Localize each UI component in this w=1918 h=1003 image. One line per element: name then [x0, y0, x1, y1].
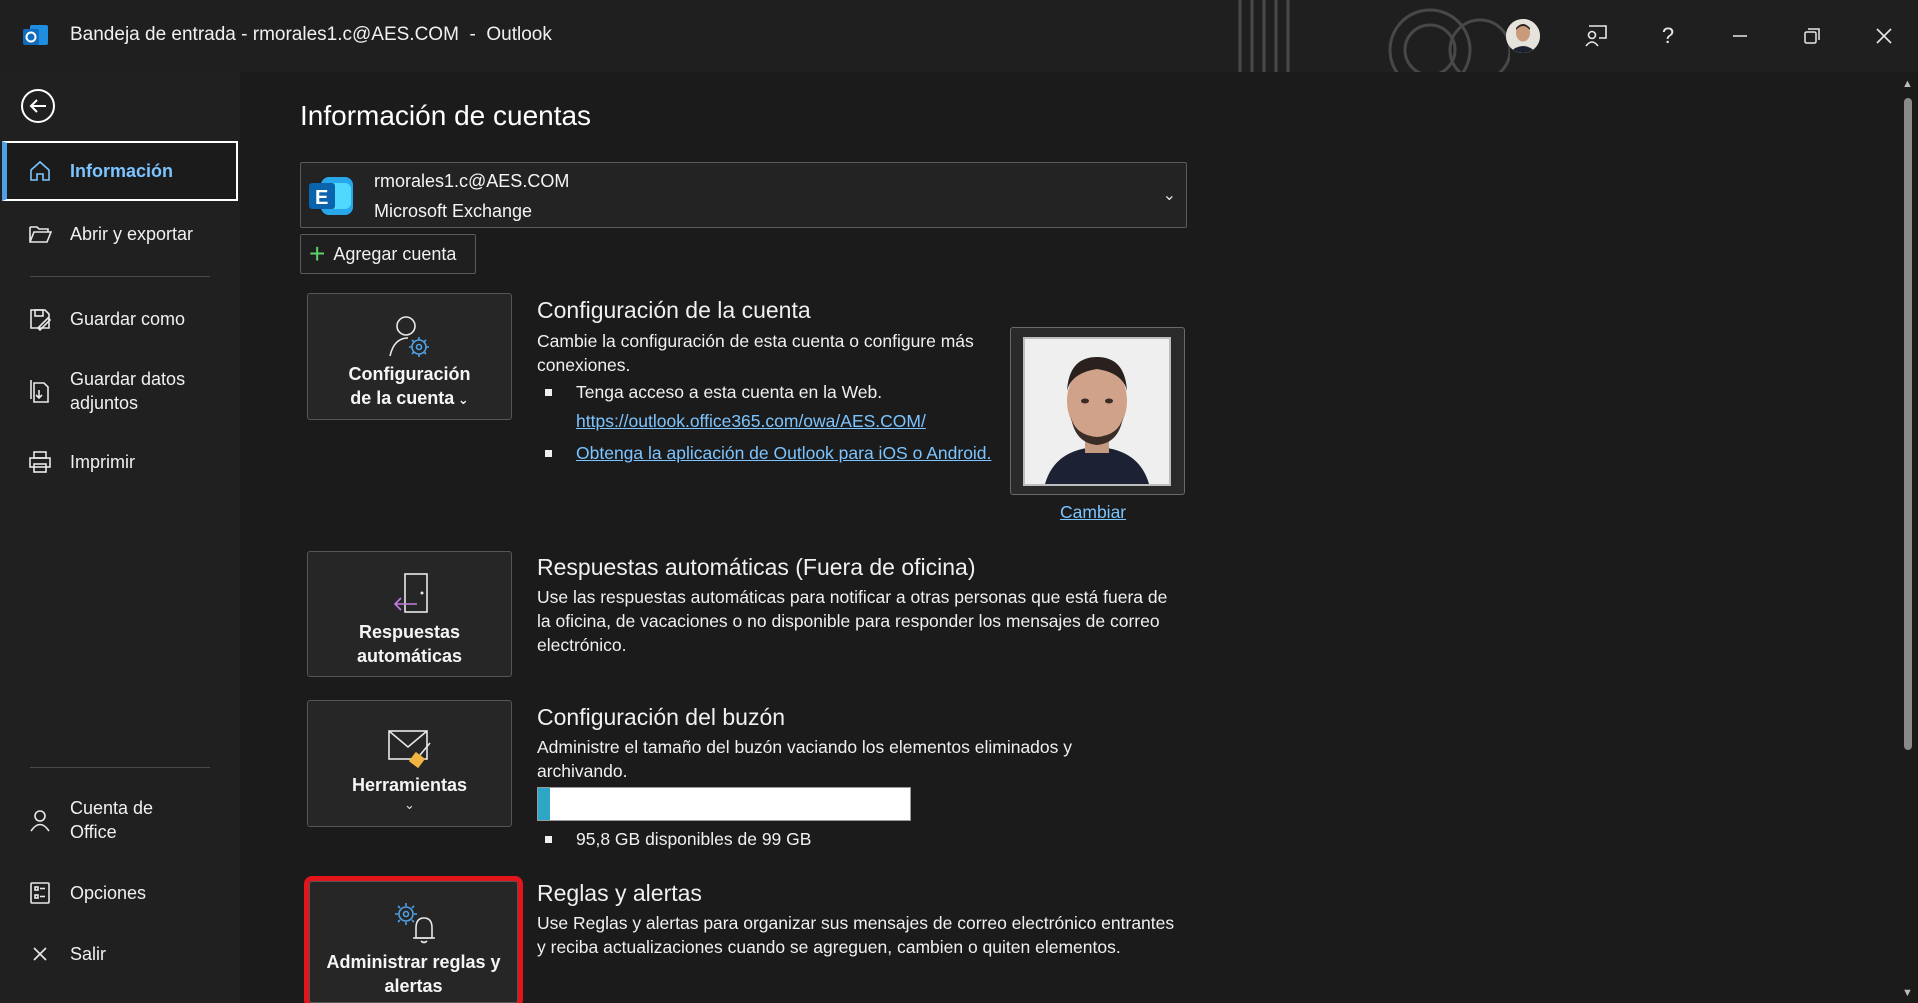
mobile-app-link[interactable]: Obtenga la aplicación de Outlook para iO…	[576, 443, 991, 464]
sidebar-item-label: Guardar como	[70, 308, 186, 329]
background-decoration	[1238, 0, 1510, 72]
close-icon	[26, 940, 54, 968]
scroll-thumb[interactable]	[1904, 98, 1912, 750]
backstage-sidebar	[0, 72, 240, 1003]
gear-bell-icon	[388, 896, 440, 948]
restore-button[interactable]	[1790, 14, 1834, 58]
window-title: Bandeja de entrada - rmorales1.c@AES.COM…	[70, 24, 552, 45]
chevron-down-icon: ⌄	[1162, 187, 1176, 204]
account-selector[interactable]: E rmorales1.c@AES.COM Microsoft Exchange…	[300, 162, 1187, 228]
mailbox-title: Configuración del buzón	[537, 704, 786, 730]
sidebar-item-label: Opciones	[70, 882, 147, 903]
help-button[interactable]: ?	[1646, 14, 1690, 58]
tile-label: Configuración de la cuenta ⌄	[349, 362, 471, 412]
sidebar-item-open-export[interactable]: Abrir y exportar	[2, 218, 238, 250]
save-attachments-icon	[26, 377, 54, 405]
page-title: Información de cuentas	[300, 100, 592, 131]
bullet-web-access: Tenga acceso a esta cuenta en la Web.	[545, 382, 882, 403]
sidebar-divider	[30, 767, 210, 768]
mailbox-cleanup-icon	[384, 721, 436, 773]
close-button[interactable]	[1862, 14, 1906, 58]
sidebar-item-label: Abrir y exportar	[70, 223, 194, 244]
person-icon	[26, 806, 54, 834]
tile-label: Herramientas	[351, 775, 468, 795]
mailbox-description: Administre el tamaño del buzón vaciando …	[537, 737, 1073, 781]
exchange-logo-icon: E	[309, 177, 353, 215]
rules-title: Reglas y alertas	[537, 880, 702, 906]
chevron-down-icon: ⌄	[454, 392, 469, 407]
profile-face-icon	[1025, 339, 1169, 484]
sidebar-item-label: Información	[70, 160, 174, 181]
plus-icon: +	[309, 238, 326, 269]
owa-link-text[interactable]: https://outlook.office365.com/owa/AES.CO…	[576, 411, 926, 431]
auto-replies-title: Respuestas automáticas (Fuera de oficina…	[537, 554, 976, 580]
owa-link[interactable]: https://outlook.office365.com/owa/AES.CO…	[576, 411, 926, 432]
feedback-icon	[1585, 25, 1607, 47]
sidebar-item-save-attachments[interactable]: Guardar datos adjuntos	[2, 366, 238, 416]
sidebar-item-info[interactable]: Información	[2, 141, 238, 201]
account-type: Microsoft Exchange	[374, 201, 533, 221]
sidebar-divider	[30, 276, 210, 277]
sidebar-item-label: Salir	[70, 943, 107, 964]
sidebar-item-options[interactable]: Opciones	[2, 877, 238, 909]
folder-open-icon	[26, 220, 54, 248]
tile-label-line1: Configuración	[348, 364, 471, 384]
bullet-icon	[545, 389, 552, 396]
minimize-icon	[1733, 35, 1747, 37]
bullet-icon	[545, 450, 552, 457]
change-photo-link[interactable]: Cambiar	[1060, 502, 1126, 523]
mailbox-usage-fill	[538, 788, 550, 820]
account-settings-description: Cambie la configuración de esta cuenta o…	[537, 331, 974, 375]
tile-label: Respuestas automáticas	[356, 622, 463, 666]
account-settings-icon	[384, 310, 436, 362]
bullet-mailbox-usage: 95,8 GB disponibles de 99 GB	[545, 829, 811, 850]
sidebar-item-label: Imprimir	[70, 451, 135, 472]
sidebar-item-save-as[interactable]: Guardar como	[2, 303, 238, 335]
sidebar-item-label: Cuenta de Office	[70, 798, 154, 842]
minimize-button[interactable]	[1718, 14, 1762, 58]
sidebar-item-office-account[interactable]: Cuenta de Office	[2, 795, 238, 845]
bullet-icon	[545, 836, 552, 843]
add-account-label: Agregar cuenta	[333, 243, 457, 264]
scroll-up-arrow-icon[interactable]: ▲	[1902, 78, 1913, 90]
bullet-text: Tenga acceso a esta cuenta en la Web.	[576, 382, 883, 402]
door-arrow-icon	[384, 568, 436, 620]
sidebar-item-print[interactable]: Imprimir	[2, 446, 238, 478]
mailbox-usage-bar	[537, 787, 911, 821]
sidebar-item-exit[interactable]: Salir	[2, 938, 238, 970]
account-email: rmorales1.c@AES.COM	[374, 171, 570, 191]
rules-description: Use Reglas y alertas para organizar sus …	[537, 913, 1175, 957]
manage-rules-tile[interactable]: Administrar reglas y alertas	[304, 876, 523, 1003]
save-as-icon	[26, 305, 54, 333]
tile-label: Administrar reglas y alertas	[326, 952, 501, 996]
account-settings-tile[interactable]: Configuración de la cuenta ⌄	[307, 293, 512, 420]
mailbox-tools-tile[interactable]: Herramientas ⌄	[307, 700, 512, 827]
printer-icon	[26, 448, 54, 476]
close-icon	[1876, 28, 1892, 44]
vertical-scrollbar[interactable]: ▲ ▼	[1898, 72, 1918, 1003]
auto-replies-description: Use las respuestas automáticas para noti…	[537, 587, 1168, 655]
restore-icon	[1804, 28, 1820, 44]
title-bar: Bandeja de entrada - rmorales1.c@AES.COM…	[0, 0, 1918, 72]
profile-photo-frame	[1010, 327, 1185, 495]
chevron-down-icon: ⌄	[404, 797, 415, 812]
user-avatar[interactable]	[1506, 19, 1540, 53]
options-icon	[26, 879, 54, 907]
help-icon: ?	[1661, 23, 1675, 48]
outlook-app-icon	[23, 25, 48, 45]
scroll-down-arrow-icon[interactable]: ▼	[1902, 987, 1913, 999]
tile-label-line2: de la cuenta	[350, 388, 455, 408]
avatar-face-icon	[1506, 19, 1540, 53]
profile-photo	[1023, 337, 1171, 486]
auto-replies-tile[interactable]: Respuestas automáticas	[307, 551, 512, 677]
feedback-button[interactable]	[1574, 14, 1618, 58]
back-arrow-icon[interactable]	[20, 88, 56, 124]
sidebar-item-label: Guardar datos adjuntos	[70, 369, 186, 413]
account-settings-title: Configuración de la cuenta	[537, 297, 811, 323]
bullet-mobile-app: Obtenga la aplicación de Outlook para iO…	[545, 443, 991, 464]
home-icon	[26, 157, 54, 185]
svg-text:E: E	[315, 187, 328, 209]
mailbox-usage-text: 95,8 GB disponibles de 99 GB	[576, 829, 812, 849]
add-account-button[interactable]: + Agregar cuenta	[300, 234, 476, 274]
